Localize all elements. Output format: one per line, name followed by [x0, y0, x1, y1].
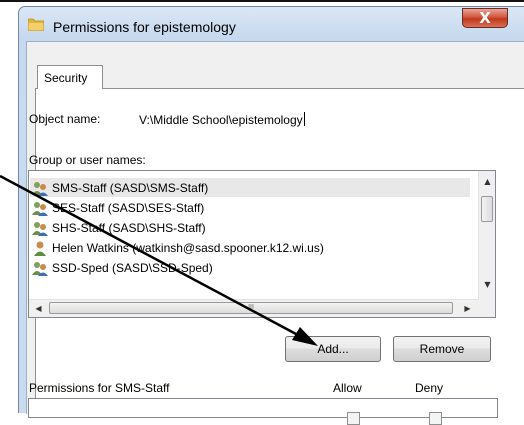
group-icon — [32, 181, 48, 196]
folder-icon — [28, 18, 44, 31]
object-name-value[interactable]: V:\Middle School\epistemology — [139, 112, 305, 127]
horizontal-scroll-thumb[interactable]: III — [49, 302, 453, 314]
list-item-shs-staff[interactable]: SHS-Staff (SASD\SHS-Staff) — [30, 218, 470, 237]
group-icon — [32, 221, 48, 236]
window-title: Permissions for epistemology — [53, 19, 236, 35]
tab-security[interactable]: Security — [37, 65, 103, 89]
group-icon — [32, 261, 48, 276]
list-item-label: SHS-Staff (SASD\SHS-Staff) — [52, 220, 206, 235]
horizontal-scrollbar[interactable]: ◀ III ▶ — [29, 299, 479, 317]
list-item-helen-watkins[interactable]: Helen Watkins (watkinsh@sasd.spooner.k12… — [30, 238, 470, 257]
deny-column-header: Deny — [415, 381, 444, 395]
list-item-ses-staff[interactable]: SES-Staff (SASD\SES-Staff) — [30, 198, 470, 217]
list-item-label: Helen Watkins (watkinsh@sasd.spooner.k12… — [52, 240, 324, 255]
vertical-scrollbar[interactable]: ▲ ▼ — [478, 171, 495, 300]
list-item-sms-staff[interactable]: SMS-Staff (SASD\SMS-Staff) — [30, 178, 470, 197]
vertical-scroll-thumb[interactable] — [481, 196, 493, 222]
list-item-label: SES-Staff (SASD\SES-Staff) — [52, 200, 205, 215]
scroll-left-icon[interactable]: ◀ — [30, 300, 47, 317]
permissions-for-label: Permissions for SMS-Staff — [29, 381, 170, 395]
close-button[interactable]: X — [462, 8, 508, 28]
scroll-right-icon[interactable]: ▶ — [459, 300, 476, 317]
allow-column-header: Allow — [333, 381, 362, 395]
deny-checkbox[interactable] — [429, 412, 442, 425]
permissions-table — [28, 398, 498, 425]
title-bar[interactable]: Permissions for epistemology X — [19, 7, 524, 41]
list-item-label: SSD-Sped (SASD\SSD-Sped) — [52, 260, 213, 275]
remove-button[interactable]: Remove — [393, 336, 491, 362]
allow-checkbox[interactable] — [347, 412, 360, 425]
scrollbar-corner — [478, 299, 495, 317]
scroll-down-icon[interactable]: ▼ — [479, 276, 495, 293]
list-item-ssd-sped[interactable]: SSD-Sped (SASD\SSD-Sped) — [30, 258, 470, 277]
group-icon — [32, 201, 48, 216]
group-user-list[interactable]: SMS-Staff (SASD\SMS-Staff) SES-Staff (SA… — [28, 170, 496, 318]
add-button[interactable]: Add... — [285, 336, 381, 362]
scroll-up-icon[interactable]: ▲ — [479, 173, 495, 190]
group-names-label: Group or user names: — [29, 153, 146, 167]
user-icon — [34, 241, 46, 256]
object-path: V:\Middle School\epistemology — [139, 113, 303, 127]
close-icon: X — [479, 8, 491, 27]
text-cursor — [303, 112, 305, 126]
object-name-label: Object name: — [29, 112, 101, 126]
list-item-label: SMS-Staff (SASD\SMS-Staff) — [52, 180, 209, 195]
